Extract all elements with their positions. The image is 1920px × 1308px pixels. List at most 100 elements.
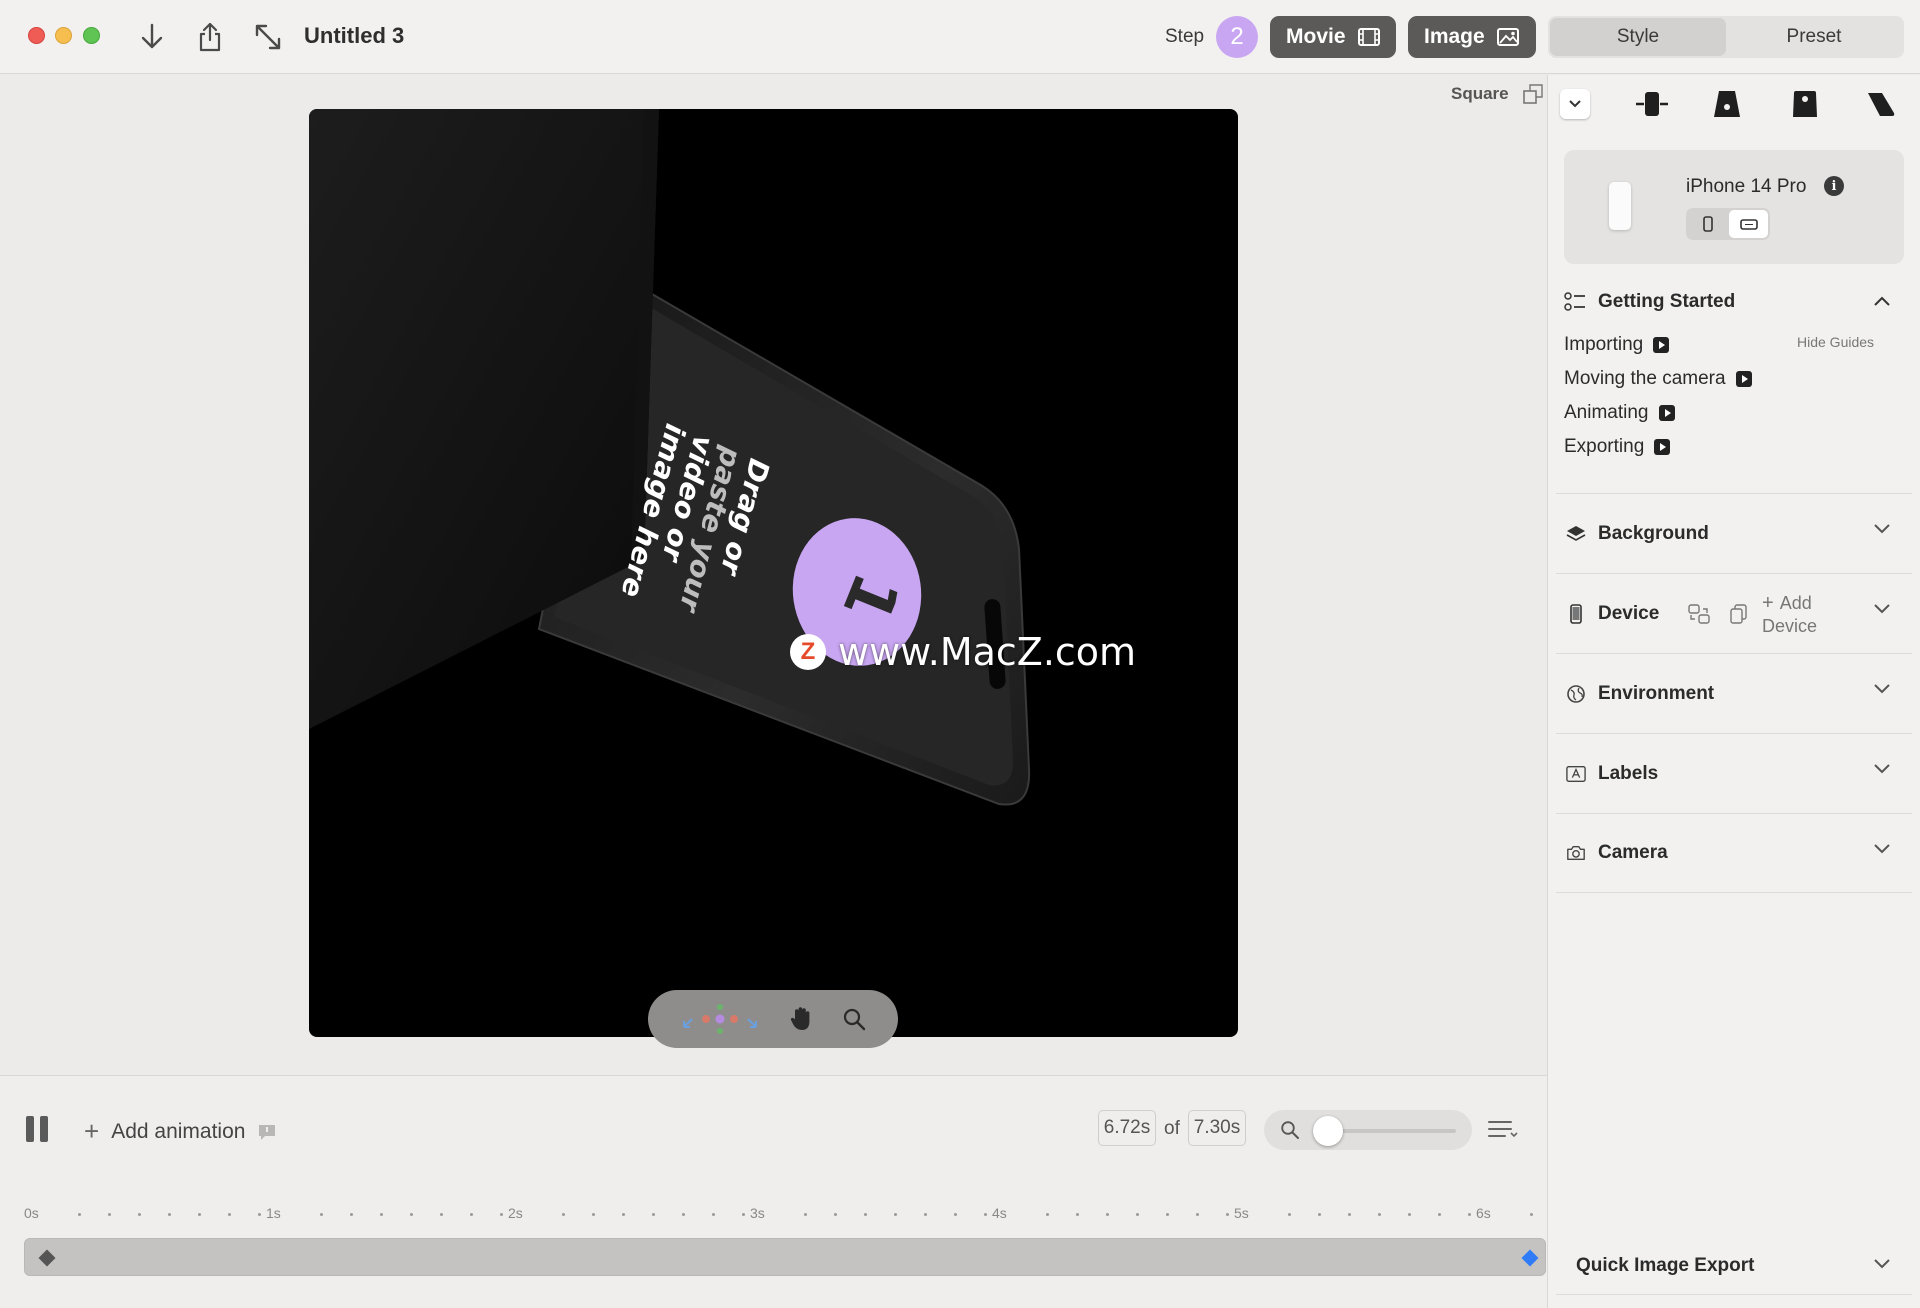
style-preset-segmented-control: Style Preset: [1548, 16, 1904, 58]
keyframe-end[interactable]: [1521, 1249, 1539, 1267]
hand-tool-icon[interactable]: [789, 1006, 813, 1032]
tooltip-icon[interactable]: [257, 1123, 277, 1141]
device-card[interactable]: iPhone 14 Pro i: [1564, 150, 1904, 264]
section-environment[interactable]: Environment: [1556, 653, 1912, 733]
section-label: Environment: [1598, 682, 1715, 704]
landscape-button[interactable]: [1729, 210, 1768, 238]
ruler-dot: [198, 1213, 201, 1216]
ruler-dot: [1378, 1213, 1381, 1216]
ruler-dot: [652, 1213, 655, 1216]
movie-export-button[interactable]: Movie: [1270, 16, 1396, 58]
info-icon[interactable]: i: [1824, 176, 1844, 196]
film-icon: [1357, 28, 1380, 46]
section-labels[interactable]: Labels: [1556, 733, 1912, 813]
guide-exporting[interactable]: Exporting: [1564, 436, 1671, 458]
ruler-dot: [228, 1213, 231, 1216]
section-device[interactable]: Device: [1556, 573, 1912, 653]
swap-device-icon[interactable]: [1687, 603, 1711, 625]
chevron-down-icon: [1874, 1259, 1890, 1269]
close-window-button[interactable]: [28, 27, 45, 44]
canvas-tool-palette: [648, 990, 898, 1048]
preview-canvas[interactable]: 1 Drag or paste your video or image here: [309, 109, 1238, 1037]
guide-animating[interactable]: Animating: [1564, 402, 1675, 424]
zoom-tool-icon[interactable]: [842, 1007, 866, 1031]
share-icon[interactable]: [190, 17, 230, 57]
add-device-button[interactable]: + Add Device: [1762, 592, 1817, 638]
timeline-zoom: [1264, 1110, 1472, 1150]
ruler-dot: [1106, 1213, 1109, 1216]
step-badge[interactable]: 2: [1216, 16, 1258, 58]
ruler-dot: [592, 1213, 595, 1216]
section-camera[interactable]: Camera: [1556, 813, 1912, 893]
total-duration-field[interactable]: 7.30s: [1188, 1110, 1246, 1146]
device-side-icon[interactable]: [1866, 89, 1896, 119]
guide-label: Exporting: [1564, 436, 1645, 457]
play-video-icon: [1654, 439, 1671, 455]
section-label: Device: [1598, 602, 1660, 624]
zoom-window-button[interactable]: [83, 27, 100, 44]
text-label-icon: [1566, 765, 1586, 782]
tab-preset[interactable]: Preset: [1726, 18, 1902, 56]
expand-icon[interactable]: [248, 17, 288, 57]
device-flat-icon[interactable]: [1634, 89, 1670, 119]
ruler-dot: [1166, 1213, 1169, 1216]
play-video-icon: [1653, 337, 1670, 353]
ruler-dot: [622, 1213, 625, 1216]
ruler-dot: [320, 1213, 323, 1216]
ruler-dot: [804, 1213, 807, 1216]
minimize-window-button[interactable]: [55, 27, 72, 44]
device-style-bar: [1560, 84, 1910, 124]
ruler-tick-label: 6s: [1476, 1205, 1491, 1221]
zoom-slider-knob[interactable]: [1313, 1116, 1344, 1146]
chevron-down-icon: [1874, 524, 1890, 534]
add-animation-button[interactable]: + Add animation: [84, 1116, 277, 1147]
device-angle-icon[interactable]: [1790, 89, 1820, 119]
timeline-ruler: 0s 1s 2s 3s 4s 5s 6s: [24, 1205, 1544, 1225]
guide-label: Moving the camera: [1564, 368, 1726, 389]
chevron-down-icon: [1874, 684, 1890, 694]
chevron-up-icon[interactable]: [1874, 296, 1890, 306]
guide-moving-camera[interactable]: Moving the camera: [1564, 368, 1752, 390]
hide-guides-link[interactable]: Hide Guides: [1797, 334, 1874, 350]
timeline-track[interactable]: [24, 1238, 1546, 1276]
photo-icon: [1496, 28, 1519, 46]
tab-style[interactable]: Style: [1550, 18, 1726, 56]
orientation-toggle: [1686, 208, 1770, 240]
ruler-dot: [440, 1213, 443, 1216]
ruler-dot: [1226, 1213, 1229, 1216]
pause-button[interactable]: [26, 1116, 48, 1142]
guide-importing[interactable]: Importing: [1564, 334, 1670, 356]
getting-started-header[interactable]: Getting Started: [1564, 288, 1904, 316]
aspect-ratio-icon[interactable]: [1523, 84, 1543, 104]
aspect-ratio-label[interactable]: Square: [1451, 84, 1509, 104]
ruler-dot: [742, 1213, 745, 1216]
keyframe-start[interactable]: [38, 1249, 56, 1267]
watermark: Z www.MacZ.com: [790, 630, 1136, 674]
watermark-logo: Z: [790, 634, 826, 670]
section-background[interactable]: Background: [1556, 493, 1912, 573]
guide-label: Importing: [1564, 334, 1644, 355]
download-icon[interactable]: [132, 17, 172, 57]
current-time-field[interactable]: 6.72s: [1098, 1110, 1156, 1146]
ruler-dot: [1046, 1213, 1049, 1216]
ruler-dot: [500, 1213, 503, 1216]
quick-image-export[interactable]: Quick Image Export: [1556, 1235, 1912, 1295]
ruler-dot: [1438, 1213, 1441, 1216]
portrait-button[interactable]: [1688, 210, 1727, 238]
quick-export-label: Quick Image Export: [1576, 1255, 1755, 1276]
duplicate-device-icon[interactable]: [1729, 603, 1749, 625]
timeline-options-icon[interactable]: [1487, 1118, 1519, 1140]
style-dropdown-button[interactable]: [1560, 89, 1590, 119]
ruler-dot: [864, 1213, 867, 1216]
camera-icon: [1567, 845, 1585, 861]
ruler-dot: [410, 1213, 413, 1216]
ruler-tick-label: 4s: [992, 1205, 1007, 1221]
ruler-dot: [1530, 1213, 1533, 1216]
ruler-dot: [138, 1213, 141, 1216]
move-tool-icon[interactable]: [680, 1004, 760, 1034]
landscape-icon: [1739, 218, 1758, 230]
checklist-icon: [1564, 292, 1585, 311]
device-tilt-icon[interactable]: [1712, 89, 1742, 119]
image-export-button[interactable]: Image: [1408, 16, 1536, 58]
ruler-dot: [470, 1213, 473, 1216]
